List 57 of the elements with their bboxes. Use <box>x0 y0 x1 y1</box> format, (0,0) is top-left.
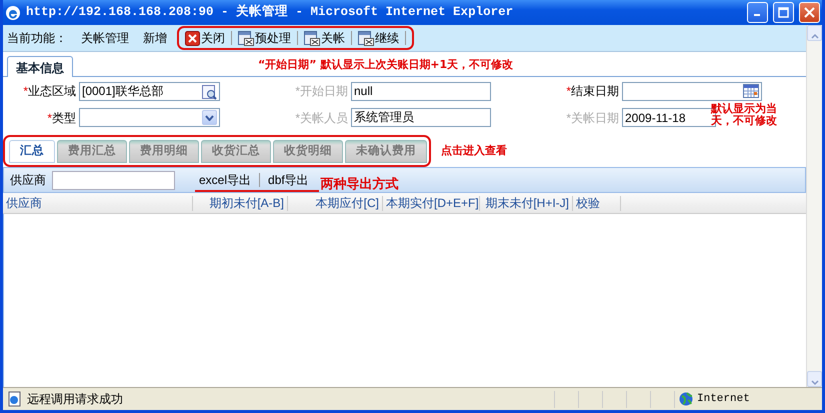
annotation-note: 点击进入查看 <box>441 142 507 159</box>
field-label: 类型 <box>52 110 76 125</box>
maximize-button[interactable] <box>773 2 794 23</box>
column-header[interactable]: 期初未付[A-B] <box>193 196 288 211</box>
lookup-icon[interactable] <box>201 84 217 100</box>
required-marker: * <box>23 84 28 98</box>
export-link[interactable]: dbf导出 <box>264 171 313 190</box>
date-field[interactable] <box>622 82 762 101</box>
maximize-icon <box>778 7 789 18</box>
caret-icon <box>205 114 214 121</box>
breadcrumb-item: 新增 <box>143 30 167 47</box>
toolbar-button[interactable]: 关帐 <box>302 29 347 47</box>
scrollbar[interactable] <box>806 25 822 387</box>
field-label: 开始日期 <box>300 84 348 98</box>
tab[interactable]: 基本信息 <box>7 56 73 77</box>
select-field[interactable] <box>79 108 220 128</box>
close-icon <box>185 30 200 46</box>
breadcrumb-item: 关帐管理 <box>81 30 129 47</box>
minimize-button[interactable] <box>747 2 768 23</box>
form-icon <box>304 30 320 46</box>
input-field[interactable]: [0001]联华总部 <box>79 82 220 101</box>
ie-icon <box>5 4 21 20</box>
close-icon <box>804 7 815 18</box>
globe-icon <box>679 392 693 406</box>
tab[interactable]: 汇总 <box>9 140 55 164</box>
function-label: 当前功能： <box>7 30 67 47</box>
column-header[interactable]: 校验 <box>573 196 621 211</box>
toolbar-button[interactable]: 关闭 <box>183 29 227 47</box>
field-label: 关帐人员 <box>300 110 348 125</box>
annotation-note: 两种导出方式 <box>320 176 399 194</box>
toolbar-button[interactable]: 继续 <box>356 29 401 47</box>
column-header[interactable]: 本期应付[C] <box>288 196 383 211</box>
required-marker: * <box>566 84 571 98</box>
column-header[interactable]: 本期实付[D+E+F] <box>383 196 480 211</box>
calendar-icon[interactable] <box>743 84 759 98</box>
annotation-note: “开始日期” 默认显示上次关账日期+1天，不可修改 <box>258 56 514 72</box>
close-button[interactable] <box>799 2 820 23</box>
export-link[interactable]: excel导出 <box>195 171 256 190</box>
status-message: 远程调用请求成功 <box>27 391 124 408</box>
security-zone: Internet <box>697 392 751 407</box>
filter-label: 供应商 <box>10 172 46 190</box>
page-icon <box>7 391 23 407</box>
column-header[interactable]: 供应商 <box>3 196 193 211</box>
required-marker: * <box>566 110 571 125</box>
window-title: http://192.168.168.208:90 - 关帐管理 - Microsoft Internet Explorer <box>26 3 514 22</box>
field-label: 结束日期 <box>571 84 619 98</box>
required-marker: * <box>295 110 300 125</box>
column-header[interactable]: 期末未付[H+I-J] <box>480 196 573 211</box>
form-icon <box>238 30 254 46</box>
required-marker: * <box>47 110 52 125</box>
toolbar-button[interactable]: 预处理 <box>236 29 293 47</box>
required-marker: * <box>295 84 300 98</box>
field-label: 业态区域 <box>28 84 76 98</box>
field-label: 关帐日期 <box>571 110 619 125</box>
dropdown-button[interactable] <box>202 110 217 126</box>
supplier-field[interactable] <box>52 170 175 190</box>
form-icon <box>358 30 374 46</box>
